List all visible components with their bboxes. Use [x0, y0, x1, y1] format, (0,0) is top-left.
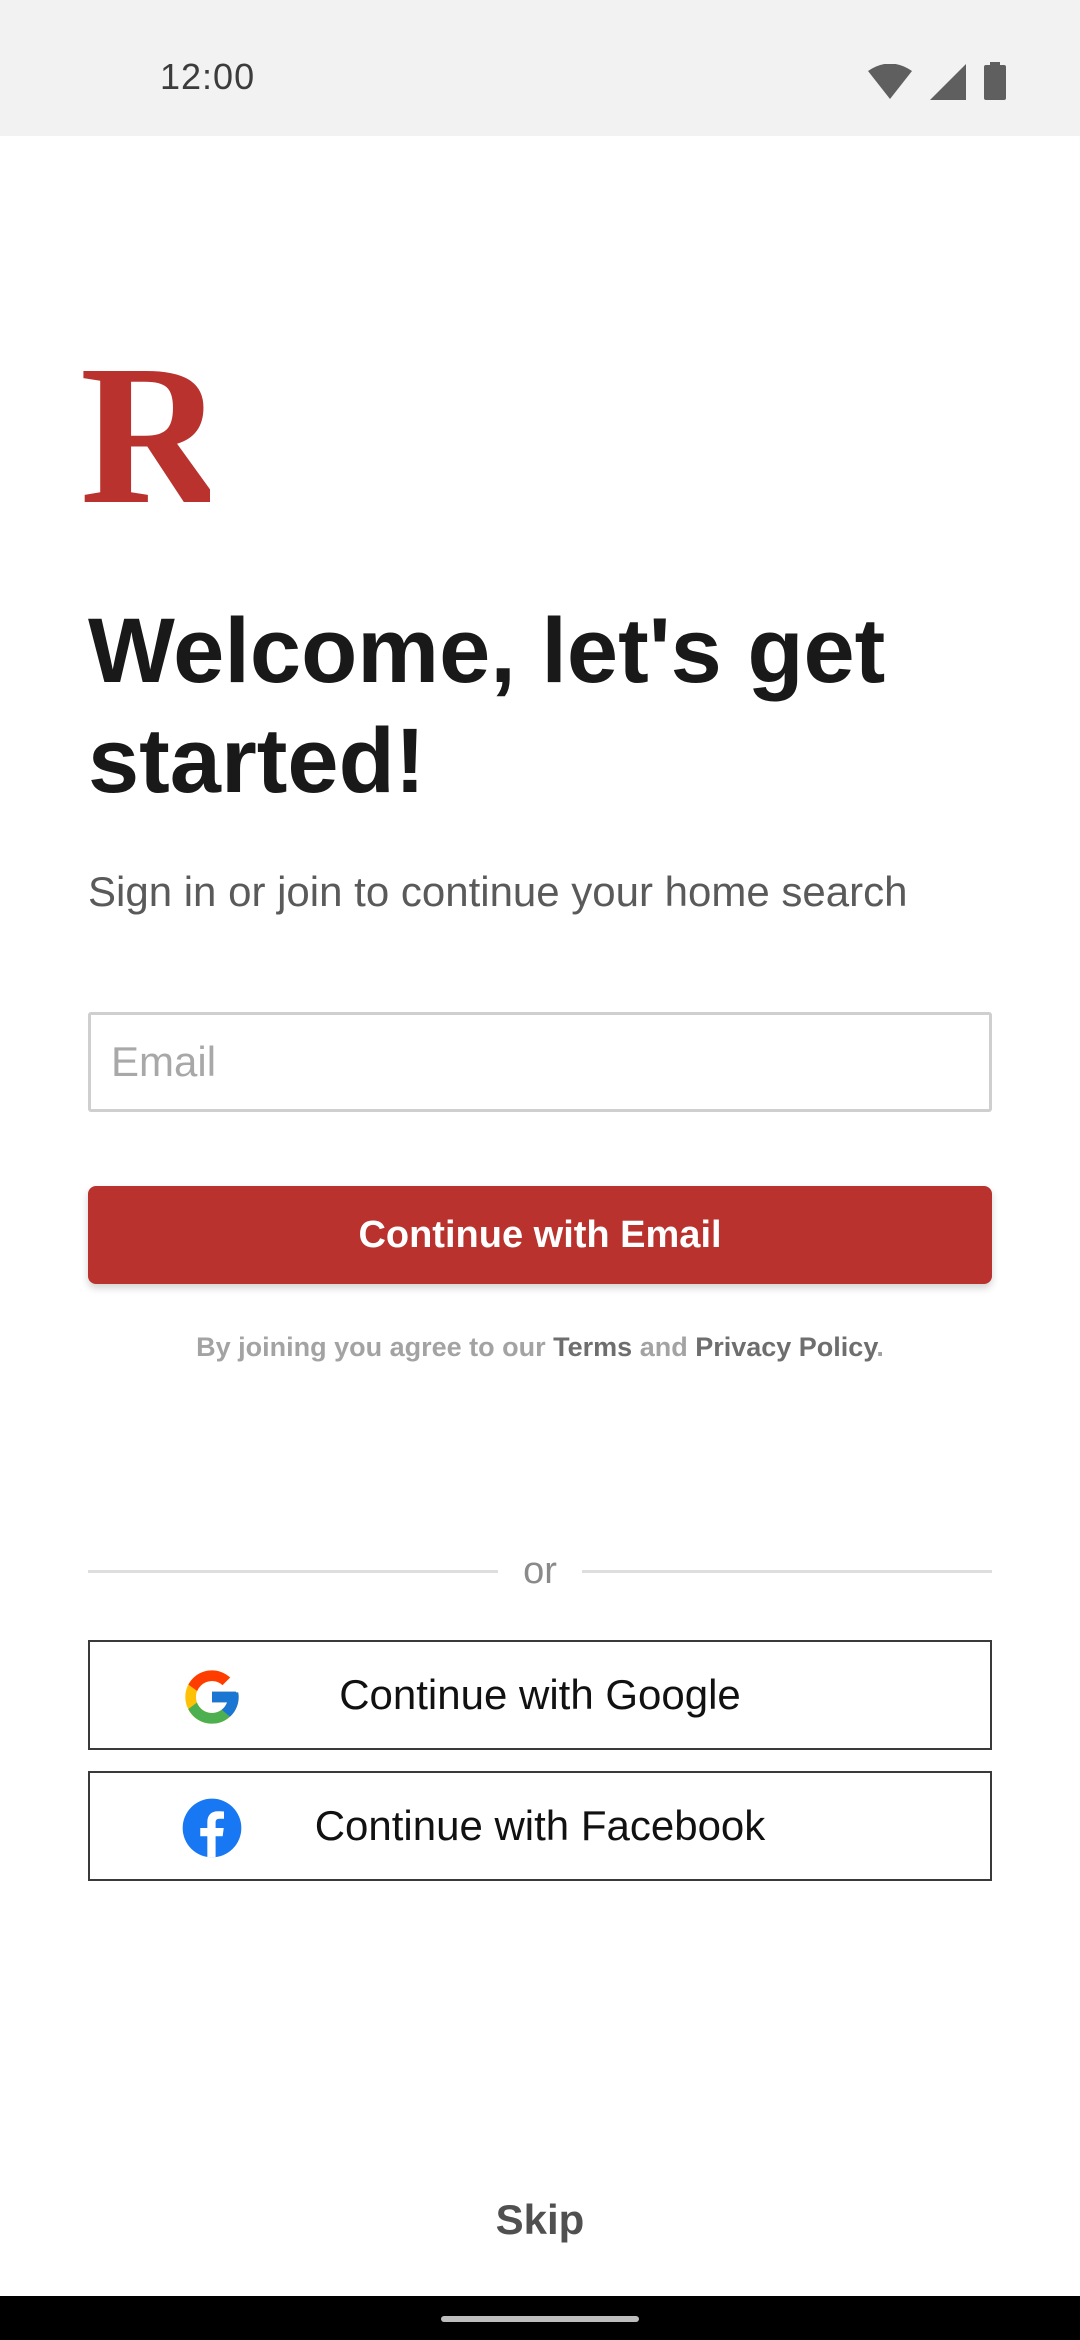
legal-suffix: . — [876, 1332, 884, 1362]
divider-line-right — [582, 1570, 992, 1573]
status-icons — [868, 62, 1006, 100]
continue-with-facebook-button[interactable]: Continue with Facebook — [88, 1771, 992, 1881]
continue-with-google-button[interactable]: Continue with Google — [88, 1640, 992, 1750]
or-label: or — [523, 1550, 557, 1592]
terms-link[interactable]: Terms — [553, 1332, 632, 1362]
facebook-icon — [182, 1798, 242, 1858]
wifi-icon — [868, 64, 912, 99]
page-title: Welcome, let's get started! — [88, 600, 886, 812]
cellular-signal-icon — [930, 64, 966, 100]
brand-logo: R — [80, 350, 210, 520]
continue-with-email-label: Continue with Email — [358, 1213, 722, 1256]
skip-button[interactable]: Skip — [0, 2196, 1080, 2244]
status-bar: 12:00 — [0, 0, 1080, 136]
battery-icon — [984, 62, 1006, 100]
legal-text: By joining you agree to our Terms and Pr… — [0, 1332, 1080, 1363]
brand-logo-letter: R — [80, 350, 210, 520]
legal-conjunction: and — [632, 1332, 696, 1362]
google-icon — [185, 1670, 239, 1724]
home-indicator[interactable] — [441, 2316, 639, 2322]
navigation-bar — [0, 2296, 1080, 2340]
privacy-policy-link[interactable]: Privacy Policy — [695, 1332, 876, 1362]
legal-prefix: By joining you agree to our — [196, 1332, 554, 1362]
continue-with-facebook-label: Continue with Facebook — [314, 1802, 766, 1849]
or-divider: or — [88, 1546, 992, 1596]
divider-line-left — [88, 1570, 498, 1573]
continue-with-email-button[interactable]: Continue with Email — [88, 1186, 992, 1284]
status-time: 12:00 — [160, 56, 256, 97]
page-subtitle: Sign in or join to continue your home se… — [88, 868, 908, 915]
continue-with-google-label: Continue with Google — [339, 1671, 741, 1718]
email-field[interactable] — [88, 1012, 992, 1112]
